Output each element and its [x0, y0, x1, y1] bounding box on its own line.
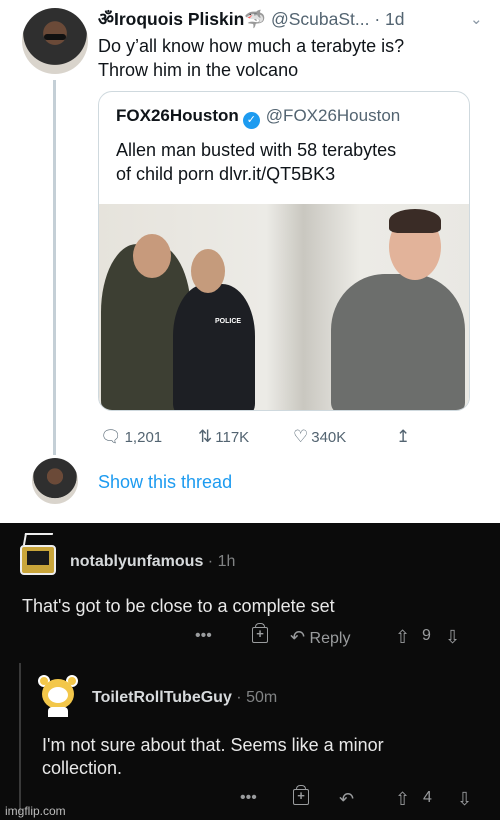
- comment-time: · 1h: [207, 553, 236, 570]
- award-button[interactable]: [252, 623, 268, 646]
- upvote-icon: ⇧: [395, 627, 411, 647]
- downvote-button[interactable]: ⇩: [457, 789, 472, 810]
- tweet-text-line: Do y’all know how much a terabyte is?: [98, 36, 405, 56]
- downvote-icon: ⇩: [457, 789, 473, 809]
- reply-count: 1,201: [124, 429, 163, 446]
- display-name[interactable]: ॐIroquois Pliskin: [98, 9, 244, 29]
- tweet-header: ॐIroquois Pliskin🦈 @ScubaSt... · 1d: [98, 8, 493, 30]
- user-handle[interactable]: @ScubaSt...: [271, 9, 370, 29]
- photo-person-hair: [389, 209, 441, 233]
- more-options-button[interactable]: •••: [195, 627, 212, 645]
- quoted-text-line: Allen man busted with 58 terabytes: [116, 140, 397, 160]
- comment-text-line: collection.: [42, 758, 123, 778]
- photo-person-head: [133, 234, 171, 278]
- verified-badge-icon: ✓: [242, 112, 260, 129]
- tweet-time[interactable]: · 1d: [374, 9, 404, 29]
- reply-arrow-icon: ↶: [339, 789, 355, 809]
- reddit-comments: notablyunfamous · 1h That's got to be cl…: [0, 523, 500, 820]
- quoted-tweet-header: FOX26Houston ✓ @FOX26Houston: [116, 106, 400, 129]
- tv-avatar-icon[interactable]: [18, 533, 58, 581]
- reply-arrow-icon: ↶: [290, 627, 306, 647]
- username[interactable]: ToiletRollTubeGuy: [92, 689, 232, 706]
- share-icon: ↥: [396, 427, 411, 446]
- vote-score: 9: [422, 627, 431, 644]
- user-avatar-small[interactable]: [32, 458, 78, 504]
- photo-person: [331, 274, 465, 410]
- heart-icon: ♡: [293, 427, 309, 446]
- show-thread-link[interactable]: Show this thread: [98, 472, 232, 493]
- watermark: imgflip.com: [5, 804, 66, 818]
- more-options-button[interactable]: •••: [240, 789, 257, 807]
- retweet-icon: ⇅: [198, 427, 213, 446]
- upvote-button[interactable]: ⇧: [395, 789, 410, 810]
- shark-emoji-icon: 🦈: [244, 9, 267, 29]
- vote-score: 4: [423, 789, 432, 806]
- comment-actions: ••• ↶ Reply ⇧ 9 ⇩: [190, 623, 480, 651]
- tweet-actions: 🗨 1,201 ⇅ 117K ♡ 340K ↥: [100, 427, 430, 449]
- snoo-face: [48, 687, 68, 703]
- reply-label: Reply: [309, 630, 351, 647]
- comment-time: · 50m: [236, 689, 278, 706]
- award-button[interactable]: [293, 785, 309, 808]
- retweet-button[interactable]: ⇅ 117K: [198, 427, 249, 447]
- quoted-display-name: FOX26Houston: [116, 106, 239, 125]
- upvote-button[interactable]: ⇧: [395, 627, 410, 648]
- quoted-text-line: of child porn dlvr.it/QT5BK3: [116, 164, 336, 184]
- photo-person: [173, 284, 255, 410]
- thread-line: [53, 80, 56, 455]
- like-count: 340K: [311, 429, 347, 446]
- comment-author: ToiletRollTubeGuy · 50m: [92, 689, 277, 707]
- share-button[interactable]: ↥: [396, 427, 413, 447]
- like-button[interactable]: ♡ 340K: [293, 427, 346, 447]
- comment-text-line: I'm not sure about that. Seems like a mi…: [42, 735, 384, 755]
- quoted-tweet[interactable]: FOX26Houston ✓ @FOX26Houston Allen man bus…: [98, 91, 470, 411]
- downvote-icon: ⇩: [445, 627, 461, 647]
- photo-person-head: [191, 249, 225, 293]
- retweet-count: 117K: [215, 429, 250, 446]
- tv-antenna: [22, 533, 54, 545]
- comment-actions: ••• ↶ ⇧ 4 ⇩: [235, 785, 490, 813]
- reply-icon: 🗨: [100, 427, 122, 446]
- gift-icon: [252, 623, 268, 643]
- tweet-card: ॐIroquois Pliskin🦈 @ScubaSt... · 1d ⌄ Do…: [0, 0, 500, 523]
- quoted-handle: @FOX26Houston: [265, 106, 401, 125]
- username[interactable]: notablyunfamous: [70, 553, 203, 570]
- comment-text: That's got to be close to a complete set: [22, 596, 335, 616]
- reply-button[interactable]: 🗨 1,201: [100, 427, 162, 447]
- quoted-tweet-text: Allen man busted with 58 terabytes of ch…: [116, 138, 456, 186]
- news-photo[interactable]: POLICE: [99, 204, 469, 410]
- police-vest-label: POLICE: [215, 318, 242, 325]
- user-avatar[interactable]: [22, 8, 88, 74]
- snoo-body: [48, 707, 68, 717]
- comment-text: I'm not sure about that. Seems like a mi…: [42, 734, 462, 780]
- reply-button[interactable]: ↶ Reply: [290, 627, 350, 648]
- snoo-avatar-icon[interactable]: [36, 673, 80, 717]
- comment-author: notablyunfamous · 1h: [70, 553, 235, 571]
- downvote-button[interactable]: ⇩: [445, 627, 460, 648]
- tweet-text-line: Throw him in the volcano: [98, 60, 299, 80]
- tv-screen: [27, 551, 49, 565]
- upvote-icon: ⇧: [395, 789, 411, 809]
- gift-icon: [293, 785, 309, 805]
- chevron-down-icon[interactable]: ⌄: [470, 10, 483, 28]
- tweet-text: Do y’all know how much a terabyte is? Th…: [98, 34, 478, 82]
- thread-nesting-line[interactable]: [19, 663, 21, 813]
- reply-button[interactable]: ↶: [339, 789, 354, 810]
